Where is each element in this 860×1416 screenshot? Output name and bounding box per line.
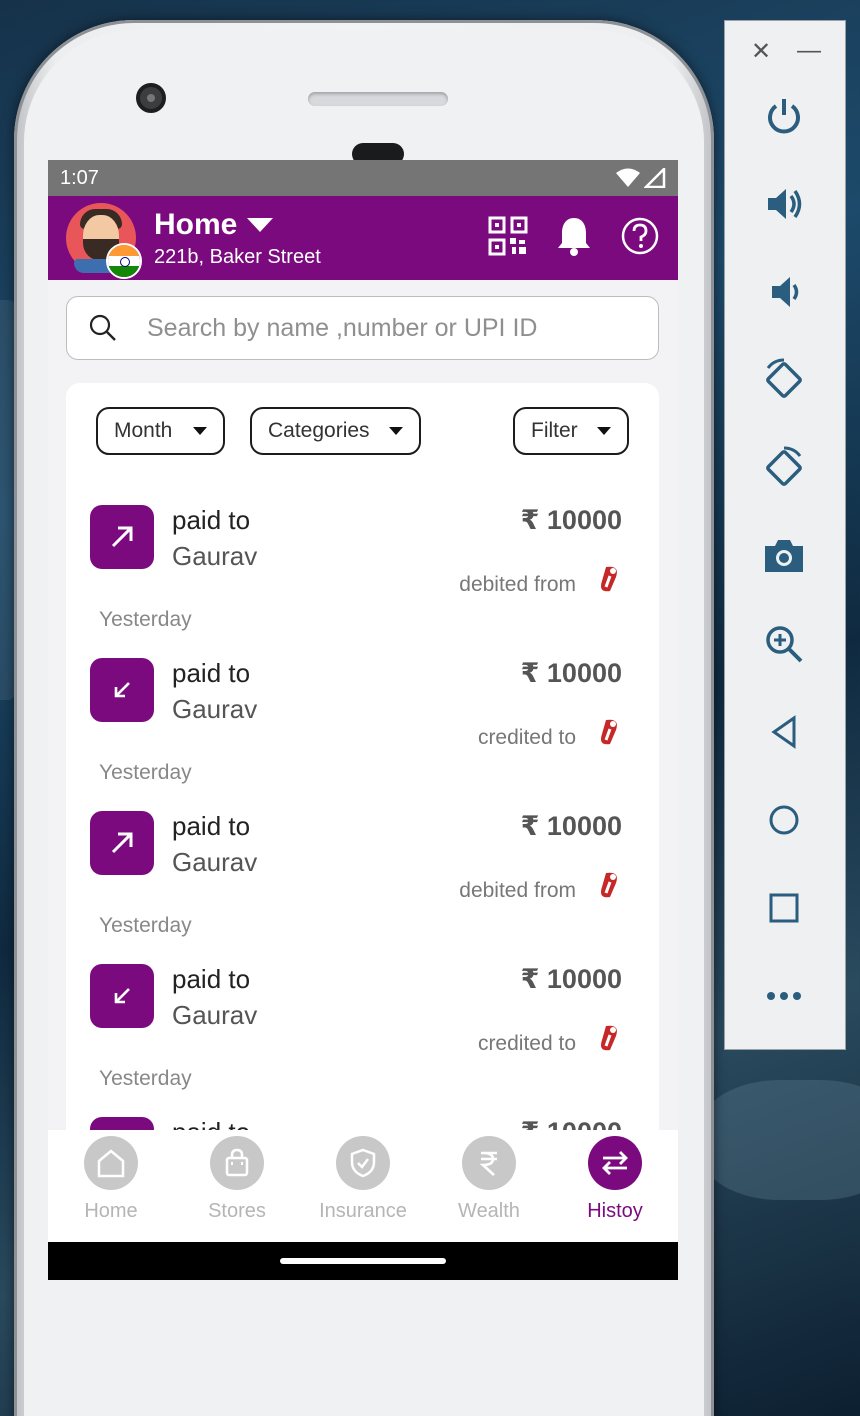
transaction-mode: credited to [477, 1032, 576, 1055]
minimize-icon[interactable]: — [797, 37, 821, 66]
nav-label: Insurance [319, 1200, 407, 1222]
swap-arrows-icon [588, 1136, 642, 1190]
transaction-amount: ₹ 10000 [520, 658, 622, 688]
transaction-date: Yesterday [99, 1067, 192, 1090]
bank-logo-icon [596, 1024, 622, 1057]
transaction-payee: Gaurav [172, 1000, 258, 1030]
dropdown-arrow-icon [597, 427, 611, 435]
signal-icon [644, 168, 666, 188]
nav-item-insurance[interactable]: Insurance [300, 1130, 426, 1242]
zoom-icon[interactable] [761, 621, 807, 667]
close-icon[interactable]: ✕ [751, 37, 771, 66]
shield-icon [336, 1136, 390, 1190]
overview-square-icon[interactable] [761, 885, 807, 931]
india-flag-icon [106, 243, 142, 279]
rotate-left-icon[interactable] [761, 357, 807, 403]
back-icon[interactable] [761, 709, 807, 755]
month-filter-label: Month [114, 419, 173, 442]
nav-label: Wealth [458, 1200, 520, 1222]
transaction-row[interactable]: paid to Gaurav ₹ 10000 credited to Yesterday [90, 964, 622, 1117]
transaction-history-card: Month Categories Filter paid to Gaurav ₹ 1… [66, 383, 659, 1183]
nav-label: Stores [208, 1200, 266, 1222]
nav-item-history[interactable]: Histoy [552, 1130, 678, 1242]
location-selector[interactable]: Home 221b, Baker Street [154, 208, 321, 269]
app-header: Home 221b, Baker Street [48, 196, 678, 280]
location-subtitle: 221b, Baker Street [154, 245, 321, 268]
categories-filter-dropdown[interactable]: Categories [250, 407, 421, 455]
transaction-date: Yesterday [99, 761, 192, 784]
nav-item-home[interactable]: Home [48, 1130, 174, 1242]
volume-down-icon[interactable] [761, 269, 807, 315]
arrow-down-left-icon [90, 658, 154, 722]
transaction-mode: credited to [477, 726, 576, 749]
status-time: 1:07 [60, 166, 99, 189]
transaction-row[interactable]: paid to Gaurav ₹ 10000 debited from Yesterda… [90, 811, 622, 964]
filter-dropdown[interactable]: Filter [513, 407, 629, 455]
transaction-mode: debited from [459, 879, 576, 902]
transaction-mode: debited from [459, 573, 576, 596]
arrow-up-right-icon [90, 505, 154, 569]
search-bar[interactable]: Search by name ,number or UPI ID [66, 296, 659, 360]
nav-item-wealth[interactable]: Wealth [426, 1130, 552, 1242]
transaction-amount: ₹ 10000 [520, 505, 622, 535]
status-bar: 1:07 [48, 160, 678, 196]
transaction-row[interactable]: paid to Gaurav ₹ 10000 debited from Yesterda… [90, 505, 622, 658]
background-rock [700, 1080, 860, 1200]
transaction-payee: Gaurav [172, 541, 258, 571]
bank-logo-icon [596, 718, 622, 751]
dropdown-arrow-icon [389, 427, 403, 435]
home-icon [84, 1136, 138, 1190]
shopping-bag-icon [210, 1136, 264, 1190]
emulator-toolbar: ✕ — [724, 20, 846, 1050]
month-filter-dropdown[interactable]: Month [96, 407, 225, 455]
home-circle-icon[interactable] [761, 797, 807, 843]
nav-label: Histoy [587, 1200, 643, 1222]
transaction-amount: ₹ 10000 [520, 964, 622, 994]
transaction-date: Yesterday [99, 914, 192, 937]
app-screen: 1:07 Home 221b, Baker Street Search by n… [48, 160, 678, 1280]
search-icon [89, 314, 116, 341]
bank-logo-icon [596, 871, 622, 904]
search-input[interactable]: Search by name ,number or UPI ID [147, 314, 537, 343]
earpiece-speaker [308, 92, 448, 106]
help-icon[interactable] [620, 216, 660, 256]
qr-code-icon[interactable] [488, 216, 528, 256]
front-camera [136, 83, 166, 113]
bottom-navigation: Home Stores Insurance Wealth Histoy [48, 1130, 678, 1242]
nav-item-stores[interactable]: Stores [174, 1130, 300, 1242]
rupee-icon [462, 1136, 516, 1190]
camera-icon[interactable] [761, 533, 807, 579]
volume-up-icon[interactable] [761, 181, 807, 227]
transaction-label: paid to [172, 505, 251, 535]
transaction-payee: Gaurav [172, 847, 258, 877]
filter-label: Filter [531, 419, 578, 442]
transaction-payee: Gaurav [172, 694, 258, 724]
arrow-down-left-icon [90, 964, 154, 1028]
bank-logo-icon [596, 565, 622, 598]
transaction-date: Yesterday [99, 608, 192, 631]
transaction-label: paid to [172, 811, 251, 841]
notification-bell-icon[interactable] [556, 216, 592, 256]
gesture-navigation-bar[interactable] [48, 1242, 678, 1280]
more-icon[interactable] [761, 973, 807, 1019]
location-title: Home [154, 207, 238, 241]
wifi-icon [616, 168, 640, 187]
transaction-row[interactable]: paid to Gaurav ₹ 10000 credited to Yesterday [90, 658, 622, 811]
avatar[interactable] [66, 203, 142, 279]
categories-filter-label: Categories [268, 419, 370, 442]
transaction-amount: ₹ 10000 [520, 811, 622, 841]
nav-label: Home [84, 1200, 138, 1222]
transaction-label: paid to [172, 658, 251, 688]
caret-down-icon [247, 217, 274, 232]
power-icon[interactable] [761, 93, 807, 139]
transaction-label: paid to [172, 964, 251, 994]
rotate-right-icon[interactable] [761, 445, 807, 491]
dropdown-arrow-icon [193, 427, 207, 435]
arrow-up-right-icon [90, 811, 154, 875]
